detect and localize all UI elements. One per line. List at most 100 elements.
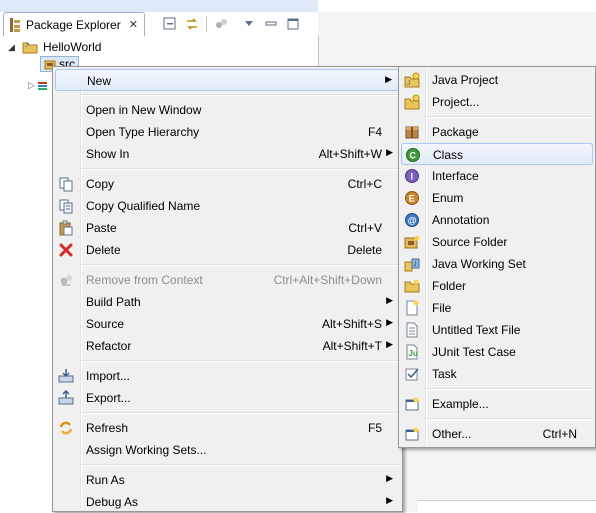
submenu-item-java-working-set[interactable]: J Java Working Set (401, 253, 593, 275)
submenu-arrow-icon: ▶ (386, 295, 393, 305)
remove-context-icon (58, 272, 74, 288)
refresh-icon (58, 420, 74, 436)
menu-item-source[interactable]: Source Alt+Shift+S ▶ (55, 313, 400, 335)
menu-item-import[interactable]: Import... (55, 365, 400, 387)
menu-item-copy[interactable]: Copy Ctrl+C (55, 173, 400, 195)
menu-item-label: New (87, 74, 112, 88)
menu-item-label: Export... (86, 391, 131, 405)
submenu-item-label: Enum (432, 191, 464, 205)
folder-icon (404, 278, 420, 294)
svg-text:C: C (410, 151, 417, 161)
menu-item-new[interactable]: New ▶ (55, 69, 400, 91)
tab-package-explorer[interactable]: Package Explorer ✕ (3, 12, 145, 36)
submenu-item-label: Interface (432, 169, 479, 183)
submenu-item-other[interactable]: Other... Ctrl+N (401, 423, 593, 445)
submenu-item-annotation[interactable]: @ Annotation (401, 209, 593, 231)
menu-separator (81, 168, 400, 170)
junit-icon: Ju (404, 344, 420, 360)
submenu-item-label: Java Working Set (432, 257, 526, 271)
submenu-item-label: Other... (432, 427, 472, 441)
menu-item-delete[interactable]: Delete Delete (55, 239, 400, 261)
link-with-editor-icon[interactable] (184, 16, 200, 32)
submenu-arrow-icon: ▶ (386, 495, 393, 505)
submenu-item-java-project[interactable]: J Java Project (401, 69, 593, 91)
menu-item-shortcut: Alt+Shift+W (318, 147, 382, 161)
submenu-item-interface[interactable]: I Interface (401, 165, 593, 187)
example-icon (404, 396, 420, 412)
collapse-all-icon[interactable] (162, 16, 178, 32)
menu-item-refresh[interactable]: Refresh F5 (55, 417, 400, 439)
menu-item-label: Source (86, 317, 125, 331)
new-submenu: J Java Project Project... Package C Class I Int… (398, 66, 596, 448)
maximize-icon[interactable] (285, 16, 301, 32)
collapsed-chevron-icon[interactable]: ▷ (28, 80, 38, 91)
submenu-item-label: Java Project (432, 73, 499, 87)
copy-icon (58, 176, 74, 192)
delete-icon (58, 242, 74, 258)
menu-item-assign-working-sets[interactable]: Assign Working Sets... (55, 439, 400, 461)
menu-separator (81, 264, 400, 266)
menu-item-build-path[interactable]: Build Path ▶ (55, 291, 400, 313)
submenu-item-package[interactable]: Package (401, 121, 593, 143)
tree-item-label: HelloWorld (43, 40, 102, 54)
submenu-item-folder[interactable]: Folder (401, 275, 593, 297)
menu-item-label: Remove from Context (86, 273, 203, 287)
submenu-item-file[interactable]: File (401, 297, 593, 319)
svg-text:@: @ (408, 216, 417, 226)
menu-item-label: Paste (86, 221, 117, 235)
minimize-icon[interactable] (263, 16, 279, 32)
view-menu-chevron-down-icon[interactable] (241, 16, 257, 32)
library-icon (38, 80, 48, 90)
menu-separator (81, 360, 400, 362)
tree-item-helloworld[interactable]: ◢ J HelloWorld (8, 38, 101, 56)
working-set-icon: J (404, 256, 420, 272)
menu-item-run-as[interactable]: Run As ▶ (55, 469, 400, 491)
menu-item-paste[interactable]: Paste Ctrl+V (55, 217, 400, 239)
submenu-item-label: Annotation (432, 213, 490, 227)
submenu-arrow-icon: ▶ (385, 74, 392, 84)
submenu-item-project[interactable]: Project... (401, 91, 593, 113)
project-icon (404, 94, 420, 110)
submenu-item-class[interactable]: C Class (401, 143, 593, 165)
submenu-item-example[interactable]: Example... (401, 393, 593, 415)
menu-item-shortcut: F5 (367, 421, 382, 435)
java-project-folder-icon: J (22, 39, 38, 55)
submenu-item-enum[interactable]: E Enum (401, 187, 593, 209)
menu-item-open-type-hierarchy[interactable]: Open Type Hierarchy F4 (55, 121, 400, 143)
menu-item-shortcut: Alt+Shift+S (321, 317, 382, 331)
submenu-item-label: Source Folder (432, 235, 508, 249)
submenu-separator (426, 116, 593, 118)
source-folder-icon (404, 234, 420, 250)
svg-text:Ju: Ju (409, 349, 418, 358)
focus-task-icon[interactable] (213, 16, 229, 32)
menu-item-shortcut: F4 (367, 125, 382, 139)
submenu-item-junit-test-case[interactable]: Ju JUnit Test Case (401, 341, 593, 363)
expanded-chevron-icon[interactable]: ◢ (8, 42, 22, 53)
svg-text:J: J (25, 43, 28, 49)
enum-icon: E (404, 190, 420, 206)
paste-icon (58, 220, 74, 236)
submenu-item-label: Class (433, 148, 464, 162)
menu-item-label: Assign Working Sets... (86, 443, 207, 457)
menu-item-label: Import... (86, 369, 131, 383)
submenu-item-label: Example... (432, 397, 489, 411)
submenu-item-untitled-text-file[interactable]: Untitled Text File (401, 319, 593, 341)
submenu-separator (426, 388, 593, 390)
package-icon (404, 124, 420, 140)
menu-item-debug-as[interactable]: Debug As ▶ (55, 491, 400, 513)
menu-item-copy-qualified-name[interactable]: Copy Qualified Name (55, 195, 400, 217)
menu-item-label: Build Path (86, 295, 141, 309)
close-icon[interactable]: ✕ (129, 18, 138, 31)
tree-item-jre[interactable]: ▷ (28, 76, 48, 94)
menu-separator (81, 94, 400, 96)
menu-item-export[interactable]: Export... (55, 387, 400, 409)
menu-item-shortcut: Alt+Shift+T (322, 339, 382, 353)
menu-separator (81, 464, 400, 466)
menu-item-show-in[interactable]: Show In Alt+Shift+W ▶ (55, 143, 400, 165)
view-tab-title: Package Explorer (26, 17, 121, 32)
submenu-item-task[interactable]: Task (401, 363, 593, 385)
menu-item-open-in-new-window[interactable]: Open in New Window (55, 99, 400, 121)
menu-item-label: Copy (86, 177, 115, 191)
menu-item-refactor[interactable]: Refactor Alt+Shift+T ▶ (55, 335, 400, 357)
submenu-item-source-folder[interactable]: Source Folder (401, 231, 593, 253)
